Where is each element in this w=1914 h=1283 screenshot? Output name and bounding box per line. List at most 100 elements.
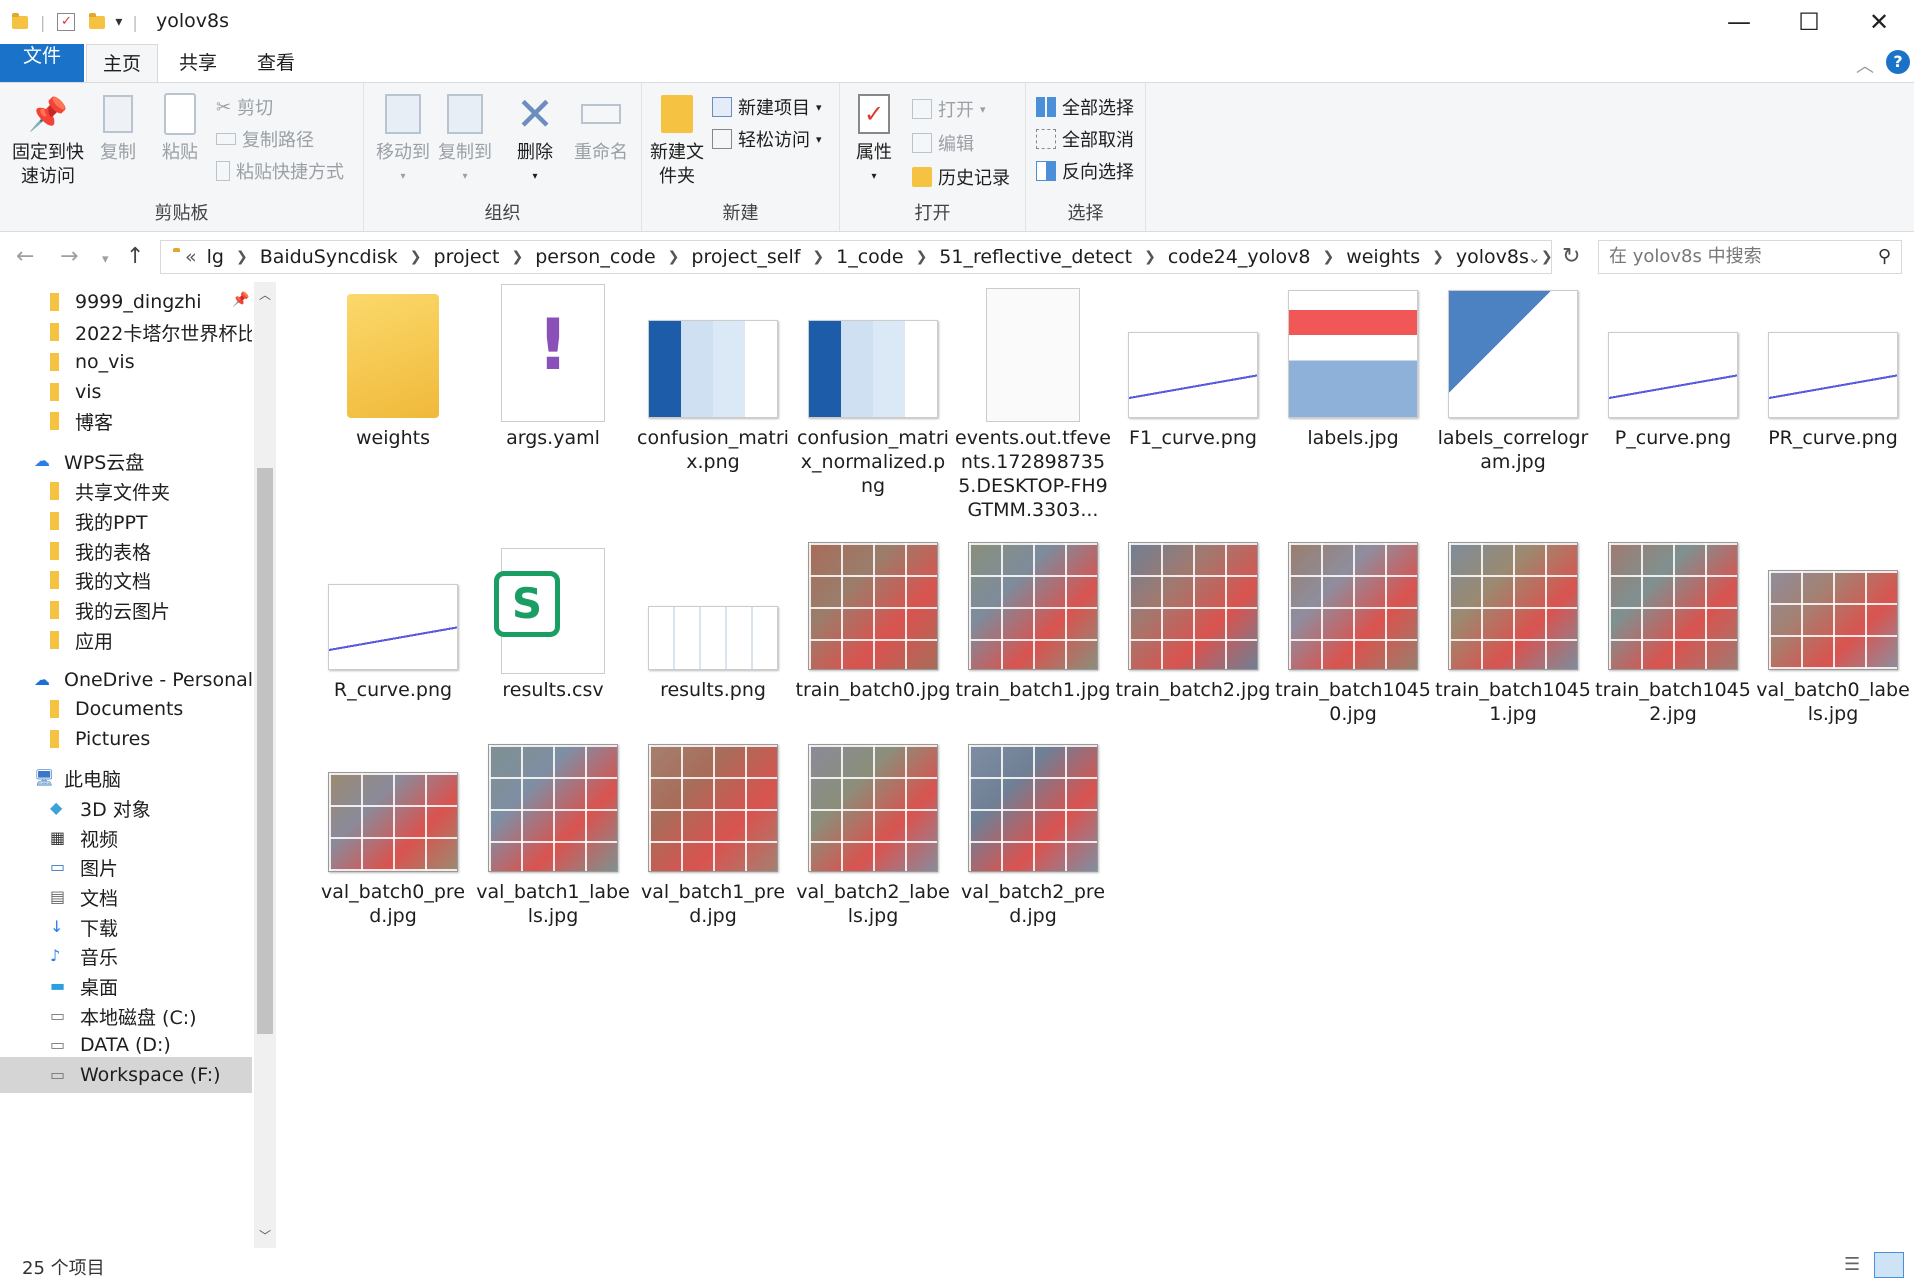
maximize-button[interactable]: ☐ [1774, 0, 1844, 44]
sidebar-item-博客[interactable]: 博客 [0, 403, 252, 439]
tab-view[interactable]: 查看 [240, 44, 312, 82]
folder-icon [50, 482, 59, 500]
back-arrow-icon[interactable]: ← [16, 244, 34, 269]
new-folder-quick-icon[interactable] [89, 12, 106, 29]
up-arrow-icon[interactable]: ↑ [126, 244, 144, 269]
address-dropdown-icon[interactable]: ⌄ [1528, 248, 1541, 267]
scroll-down-icon[interactable]: ﹀ [254, 1227, 276, 1244]
file-item[interactable]: train_batch2.jpg [1115, 532, 1271, 702]
properties-quick-icon[interactable]: ✓ [57, 13, 76, 31]
breadcrumb-separator-icon[interactable]: ❯ [410, 249, 422, 265]
breadcrumb-separator-icon[interactable]: ❯ [916, 249, 928, 265]
breadcrumb-overflow[interactable]: « [185, 246, 197, 268]
close-button[interactable]: ✕ [1844, 0, 1914, 44]
file-item[interactable]: val_batch2_labels.jpg [795, 734, 951, 928]
copy-to-button[interactable]: 复制到 ▾ [434, 91, 496, 189]
breadcrumb-project[interactable]: project [434, 246, 500, 268]
breadcrumb-separator-icon[interactable]: ❯ [236, 249, 248, 265]
invert-selection-button[interactable]: 反向选择 [1036, 157, 1134, 185]
breadcrumb-separator-icon[interactable]: ❯ [511, 249, 523, 265]
file-item[interactable]: events.out.tfevents.1728987355.DESKTOP-F… [955, 280, 1111, 522]
paste-shortcut-button[interactable]: 粘贴快捷方式 [216, 157, 344, 185]
breadcrumb-separator-icon[interactable]: ❯ [668, 249, 680, 265]
refresh-icon[interactable]: ↻ [1562, 244, 1580, 269]
file-item[interactable]: train_batch1.jpg [955, 532, 1111, 702]
breadcrumb-yolov8s[interactable]: yolov8s [1456, 246, 1529, 268]
rename-button[interactable]: 重命名 [570, 91, 632, 165]
customize-dropdown-icon[interactable]: ▾ [115, 14, 122, 30]
file-item[interactable]: train_batch10452.jpg [1595, 532, 1751, 726]
paste-button[interactable]: 粘贴 [154, 91, 206, 165]
sidebar-scrollbar[interactable]: ︿ ﹀ [254, 282, 276, 1248]
breadcrumb-separator-icon[interactable]: ❯ [1541, 249, 1553, 265]
thumbnail-image: S [494, 548, 605, 674]
sidebar-item-应用[interactable]: 应用 [0, 622, 252, 658]
collapse-ribbon-icon[interactable]: ︿ [1856, 52, 1874, 78]
file-item[interactable]: val_batch0_pred.jpg [315, 734, 471, 928]
file-item[interactable]: Sresults.csv [475, 532, 631, 702]
select-all-button[interactable]: 全部选择 [1036, 93, 1134, 121]
file-item[interactable]: R_curve.png [315, 532, 471, 702]
breadcrumb-separator-icon[interactable]: ❯ [812, 249, 824, 265]
breadcrumb-project-self[interactable]: project_self [691, 246, 800, 268]
file-item[interactable]: labels.jpg [1275, 280, 1431, 450]
breadcrumb-person-code[interactable]: person_code [535, 246, 655, 268]
file-item[interactable]: weights [315, 280, 471, 450]
breadcrumb-separator-icon[interactable]: ❯ [1144, 249, 1156, 265]
file-item[interactable]: val_batch2_pred.jpg [955, 734, 1111, 928]
breadcrumb-separator-icon[interactable]: ❯ [1322, 249, 1334, 265]
file-item[interactable]: val_batch0_labels.jpg [1755, 532, 1911, 726]
scrollbar-thumb[interactable] [257, 468, 273, 1034]
copy-path-button[interactable]: 复制路径 [216, 125, 314, 153]
pin-quick-access-button[interactable]: 📌 固定到快速访问 [6, 91, 90, 189]
breadcrumb-1-code[interactable]: 1_code [836, 246, 903, 268]
select-none-button[interactable]: 全部取消 [1036, 125, 1134, 153]
file-item[interactable]: F1_curve.png [1115, 280, 1271, 450]
tab-home[interactable]: 主页 [86, 44, 158, 82]
history-button[interactable]: 历史记录 [912, 163, 1010, 191]
open-button[interactable]: 打开 ▾ [912, 95, 986, 123]
tab-file[interactable]: 文件 [0, 44, 84, 82]
tab-share[interactable]: 共享 [162, 44, 234, 82]
file-item[interactable]: PR_curve.png [1755, 280, 1911, 450]
new-folder-button[interactable]: 新建文件夹 [646, 91, 708, 189]
file-item[interactable]: train_batch10451.jpg [1435, 532, 1591, 726]
delete-button[interactable]: ✕ 删除 ▾ [510, 91, 560, 189]
file-item[interactable]: confusion_matrix.png [635, 280, 791, 474]
file-item[interactable]: train_batch10450.jpg [1275, 532, 1431, 726]
sidebar-item-pictures[interactable]: Pictures [0, 721, 252, 757]
new-item-button[interactable]: 新建项目 ▾ [712, 93, 822, 121]
edit-button[interactable]: 编辑 [912, 129, 974, 157]
breadcrumb-51-reflective-detect[interactable]: 51_reflective_detect [939, 246, 1132, 268]
file-item[interactable]: confusion_matrix_normalized.png [795, 280, 951, 498]
file-item[interactable]: train_batch0.jpg [795, 532, 951, 702]
search-input[interactable]: 在 yolov8s 中搜索 ⚲ [1598, 240, 1902, 274]
file-item[interactable]: val_batch1_labels.jpg [475, 734, 631, 928]
cut-button[interactable]: ✂ 剪切 [216, 93, 273, 121]
easy-access-button[interactable]: 轻松访问 ▾ [712, 125, 822, 153]
breadcrumb-baidusyncdisk[interactable]: BaiduSyncdisk [260, 246, 398, 268]
drive-icon: ▭ [50, 1065, 66, 1084]
large-icons-view-icon[interactable] [1874, 1252, 1904, 1278]
breadcrumb-lg[interactable]: lg [207, 246, 224, 268]
sidebar-item-workspace-f-[interactable]: ▭ Workspace (F:) [0, 1057, 252, 1093]
properties-button[interactable]: ✓ 属性 ▾ [848, 91, 900, 189]
file-item[interactable]: val_batch1_pred.jpg [635, 734, 791, 928]
scroll-up-icon[interactable]: ︿ [254, 286, 276, 303]
address-bar[interactable]: « lg ❯ BaiduSyncdisk ❯ project ❯ person_cod… [160, 240, 1553, 274]
breadcrumb-code24-yolov8[interactable]: code24_yolov8 [1168, 246, 1311, 268]
breadcrumb-weights[interactable]: weights [1346, 246, 1420, 268]
move-to-button[interactable]: 移动到 ▾ [372, 91, 434, 189]
file-item[interactable]: results.png [635, 532, 791, 702]
forward-arrow-icon[interactable]: → [60, 244, 78, 269]
details-view-icon[interactable]: ☰ [1844, 1254, 1860, 1275]
file-item[interactable]: P_curve.png [1595, 280, 1751, 450]
sidebar-item-label: 共享文件夹 [75, 481, 171, 504]
copy-button[interactable]: 复制 [94, 91, 142, 165]
help-icon[interactable]: ? [1886, 50, 1910, 74]
file-item[interactable]: ! args.yaml [475, 280, 631, 450]
minimize-button[interactable]: — [1704, 0, 1774, 44]
file-item[interactable]: labels_correlogram.jpg [1435, 280, 1591, 474]
recent-locations-icon[interactable]: ▾ [102, 252, 109, 267]
breadcrumb-separator-icon[interactable]: ❯ [1432, 249, 1444, 265]
